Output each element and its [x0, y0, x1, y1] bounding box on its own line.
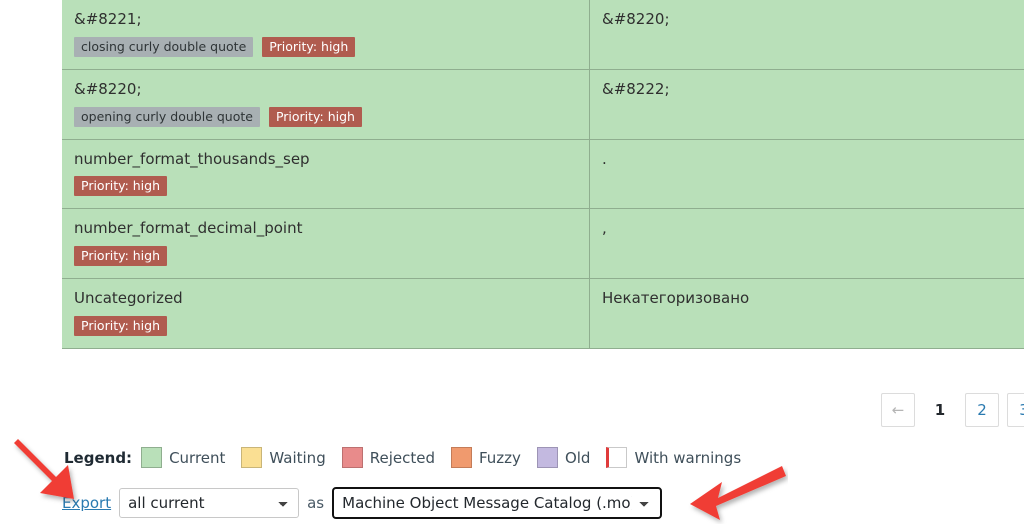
- original-text: &#8221;: [74, 10, 142, 28]
- original-text: Uncategorized: [74, 289, 183, 307]
- translation-text: ,: [602, 219, 607, 238]
- priority-badge: Priority: high: [74, 246, 168, 266]
- legend-swatch-current: [141, 447, 163, 468]
- original-text: number_format_thousands_sep: [74, 149, 310, 168]
- original-cell[interactable]: number_format_decimal_point Priority: hi…: [62, 208, 590, 279]
- legend-item-current: Current: [141, 447, 225, 468]
- export-as-label: as: [307, 494, 325, 512]
- legend-item-rejected: Rejected: [341, 447, 435, 468]
- table-row[interactable]: number_format_decimal_point Priority: hi…: [62, 208, 1024, 279]
- translation-cell[interactable]: Некатегоризовано: [589, 278, 1024, 349]
- legend-swatch-fuzzy: [450, 447, 472, 468]
- table-row[interactable]: &#8221; closing curly double quote Prior…: [62, 0, 1024, 70]
- badge-group: Priority: high: [74, 246, 577, 266]
- arrow-to-format-select-annotation: [690, 466, 786, 520]
- legend-label: Fuzzy: [478, 448, 521, 467]
- pagination-page-label: 1: [934, 401, 946, 419]
- table-row[interactable]: number_format_thousands_sep Priority: hi…: [62, 138, 1024, 210]
- arrow-left-icon: ←: [891, 401, 905, 419]
- legend-item-fuzzy: Fuzzy: [450, 447, 521, 468]
- badge-group: Priority: high: [74, 315, 577, 336]
- badge-group: Priority: high: [74, 176, 577, 197]
- original-text: number_format_decimal_point: [74, 219, 303, 238]
- translation-text: &#8220;: [602, 10, 670, 28]
- badge-group: closing curly double quote Priority: hig…: [74, 36, 577, 57]
- legend-label: Rejected: [369, 448, 435, 467]
- legend-item-waiting: Waiting: [241, 447, 326, 468]
- pagination-page-3[interactable]: 3: [1007, 393, 1024, 427]
- pagination-page-1[interactable]: 1: [923, 393, 957, 427]
- translation-table-page: &#8221; closing curly double quote Prior…: [0, 0, 1024, 530]
- translation-text: .: [602, 149, 607, 168]
- legend-swatch-with-warnings: [606, 447, 628, 468]
- original-cell[interactable]: Uncategorized Priority: high: [62, 278, 590, 349]
- translation-cell[interactable]: &#8222;: [589, 68, 1024, 140]
- context-badge: opening curly double quote: [74, 106, 260, 127]
- translation-cell[interactable]: .: [589, 138, 1024, 210]
- legend-label: Old: [564, 448, 591, 467]
- legend-swatch-waiting: [241, 447, 263, 468]
- strings-table: &#8221; closing curly double quote Prior…: [62, 0, 1024, 349]
- table-row[interactable]: Uncategorized Priority: high Некатегориз…: [62, 278, 1024, 349]
- pagination-page-label: 3: [1019, 401, 1024, 419]
- translation-text: &#8222;: [602, 79, 670, 98]
- legend-item-old: Old: [536, 447, 591, 468]
- priority-badge: Priority: high: [268, 106, 362, 127]
- original-text: &#8220;: [74, 79, 142, 98]
- strings-table-body: &#8221; closing curly double quote Prior…: [62, 0, 1024, 349]
- legend-item-with-warnings: With warnings: [606, 447, 741, 468]
- badge-group: opening curly double quote Priority: hig…: [74, 106, 577, 127]
- priority-badge: Priority: high: [262, 36, 356, 57]
- pagination-page-label: 2: [977, 401, 987, 419]
- pagination-page-2[interactable]: 2: [965, 393, 999, 427]
- translation-cell[interactable]: ,: [589, 208, 1024, 279]
- legend-swatch-rejected: [341, 447, 363, 468]
- pagination-prev-button[interactable]: ←: [881, 393, 915, 427]
- legend-label: With warnings: [634, 448, 742, 467]
- original-cell[interactable]: number_format_thousands_sep Priority: hi…: [62, 138, 590, 210]
- legend: Legend: Current Waiting Rejected Fuzzy O…: [64, 447, 757, 468]
- legend-label: Current: [169, 448, 226, 467]
- translation-text: Некатегоризовано: [602, 289, 750, 307]
- legend-swatch-old: [536, 447, 558, 468]
- context-badge: closing curly double quote: [74, 36, 254, 57]
- original-cell[interactable]: &#8221; closing curly double quote Prior…: [62, 0, 590, 70]
- priority-badge: Priority: high: [74, 176, 168, 197]
- pagination: ← 1 2 3: [0, 393, 1024, 427]
- priority-badge: Priority: high: [74, 315, 168, 336]
- translation-cell[interactable]: &#8220;: [589, 0, 1024, 70]
- export-scope-select[interactable]: all current: [119, 488, 300, 518]
- legend-title: Legend:: [64, 448, 133, 467]
- export-link[interactable]: Export: [62, 494, 111, 512]
- export-controls: Export all current as Machine Object Mes…: [62, 487, 663, 519]
- export-format-select[interactable]: Machine Object Message Catalog (.mo): [332, 487, 663, 519]
- legend-label: Waiting: [269, 448, 326, 467]
- original-cell[interactable]: &#8220; opening curly double quote Prior…: [62, 68, 590, 140]
- table-row[interactable]: &#8220; opening curly double quote Prior…: [62, 68, 1024, 140]
- strings-table-wrapper: &#8221; closing curly double quote Prior…: [62, 0, 1024, 349]
